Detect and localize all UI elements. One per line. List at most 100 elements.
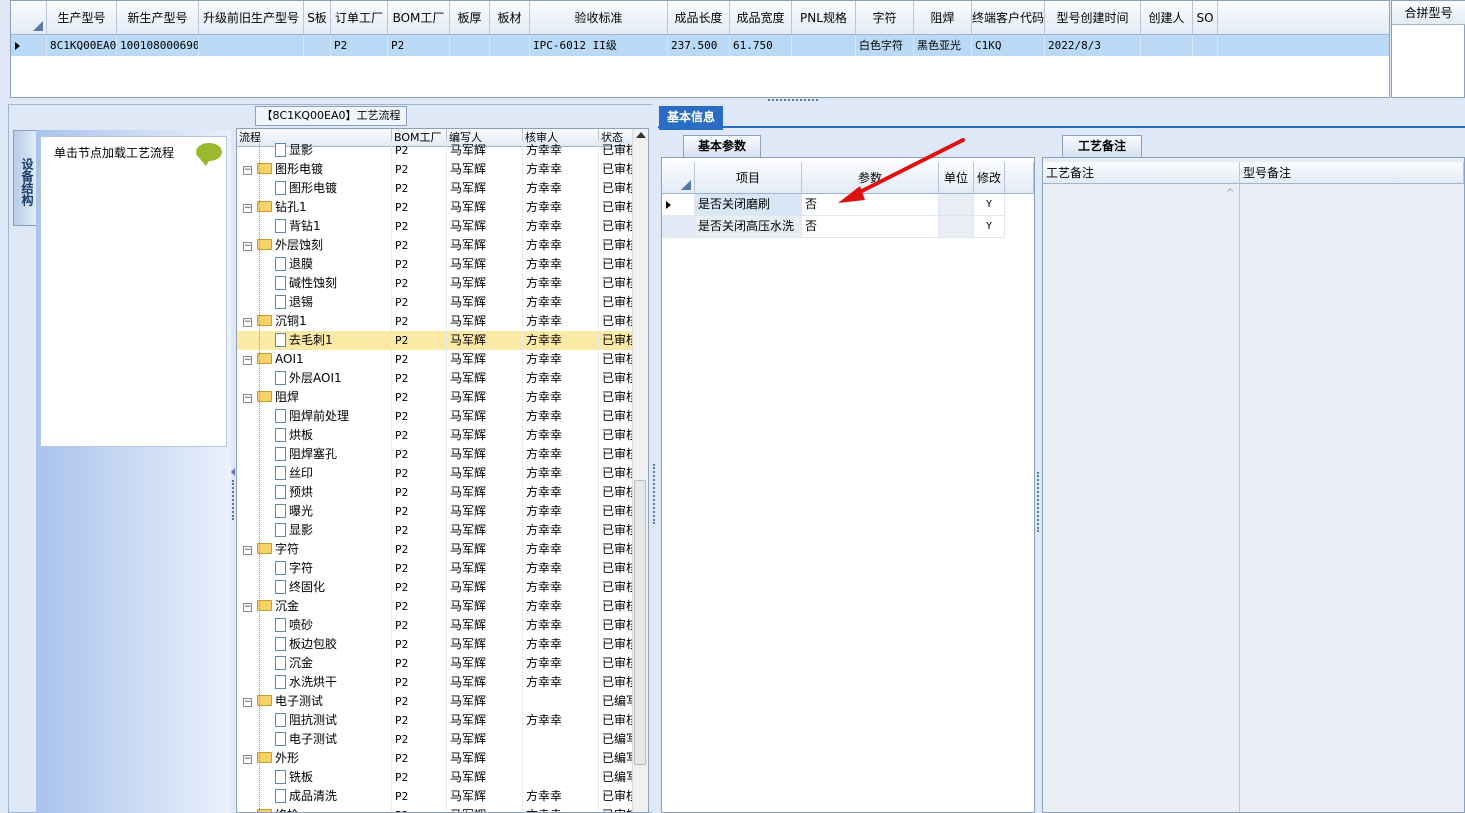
column-header[interactable]: 验收标准 (530, 1, 668, 35)
reviewer-cell[interactable]: 方幸幸 (523, 711, 599, 730)
writer-cell[interactable]: 马军辉 (447, 217, 523, 236)
table-cell[interactable] (490, 35, 530, 56)
bom-factory-cell[interactable]: P2 (392, 578, 447, 597)
tree-name-cell[interactable]: 阻焊前处理 (237, 407, 392, 426)
bom-factory-cell[interactable]: P2 (392, 312, 447, 331)
writer-cell[interactable]: 马军辉 (447, 635, 523, 654)
reviewer-cell[interactable]: 方幸幸 (523, 217, 599, 236)
table-cell[interactable] (450, 35, 490, 56)
param-row[interactable]: 是否关闭磨刷否 Y (662, 194, 1034, 216)
tree-row-step[interactable]: 预烘 P2 马军辉 方幸幸 已审核 (237, 483, 639, 502)
param-value-cell[interactable]: 否 (802, 194, 939, 216)
collapse-node-icon[interactable]: − (243, 318, 252, 327)
bom-factory-cell[interactable]: P2 (392, 217, 447, 236)
reviewer-cell[interactable] (523, 749, 599, 768)
writer-cell[interactable]: 马军辉 (447, 559, 523, 578)
tree-name-cell[interactable]: − 阻焊 (237, 388, 392, 407)
reviewer-cell[interactable]: 方幸幸 (523, 578, 599, 597)
writer-cell[interactable]: 马军辉 (447, 464, 523, 483)
tree-name-cell[interactable]: 成品清洗 (237, 787, 392, 806)
reviewer-cell[interactable]: 方幸幸 (523, 179, 599, 198)
tab-process-notes[interactable]: 工艺备注 (1062, 135, 1142, 157)
param-column-header[interactable]: 修改 (974, 162, 1005, 194)
tree-name-cell[interactable]: 字符 (237, 559, 392, 578)
bom-factory-cell[interactable]: P2 (392, 711, 447, 730)
reviewer-cell[interactable]: 方幸幸 (523, 274, 599, 293)
column-header[interactable]: SO (1193, 1, 1218, 35)
tree-name-cell[interactable]: 退锡 (237, 293, 392, 312)
writer-cell[interactable]: 马军辉 (447, 692, 523, 711)
writer-cell[interactable]: 马军辉 (447, 597, 523, 616)
column-header[interactable]: 升级前旧生产型号 (199, 1, 304, 35)
reviewer-cell[interactable]: 方幸幸 (523, 521, 599, 540)
writer-cell[interactable]: 马军辉 (447, 141, 523, 160)
writer-cell[interactable]: 马军辉 (447, 768, 523, 787)
tree-name-cell[interactable]: 板边包胶 (237, 635, 392, 654)
reviewer-cell[interactable]: 方幸幸 (523, 331, 599, 350)
writer-cell[interactable]: 马军辉 (447, 711, 523, 730)
writer-cell[interactable]: 马军辉 (447, 388, 523, 407)
reviewer-cell[interactable]: 方幸幸 (523, 635, 599, 654)
tree-row-step[interactable]: 阻焊塞孔 P2 马军辉 方幸幸 已审核 (237, 445, 639, 464)
reviewer-cell[interactable]: 方幸幸 (523, 483, 599, 502)
bom-factory-cell[interactable]: P2 (392, 673, 447, 692)
reviewer-cell[interactable]: 方幸幸 (523, 464, 599, 483)
tree-row-group[interactable]: − 钻孔1 P2 马军辉 方幸幸 已审核 (237, 198, 639, 217)
process-note-column[interactable] (1043, 184, 1240, 812)
param-modified-cell[interactable]: Y (974, 216, 1005, 238)
writer-cell[interactable]: 马军辉 (447, 730, 523, 749)
collapse-node-icon[interactable]: − (243, 166, 252, 175)
reviewer-cell[interactable] (523, 730, 599, 749)
table-cell[interactable] (792, 35, 856, 56)
bom-factory-cell[interactable]: P2 (392, 236, 447, 255)
table-cell[interactable]: IPC-6012 II级 (530, 35, 668, 56)
table-cell[interactable]: C1KQ (972, 35, 1045, 56)
table-cell[interactable] (1193, 35, 1218, 56)
reviewer-cell[interactable]: 方幸幸 (523, 160, 599, 179)
column-header[interactable]: PNL规格 (792, 1, 856, 35)
reviewer-cell[interactable]: 方幸幸 (523, 559, 599, 578)
tree-row-step[interactable]: 电子测试 P2 马军辉 已编写 (237, 730, 639, 749)
tree-row-step[interactable]: 铣板 P2 马军辉 已编写 (237, 768, 639, 787)
tree-row-step[interactable]: 水洗烘干 P2 马军辉 方幸幸 已审核 (237, 673, 639, 692)
table-cell[interactable]: 2022/8/3 (1045, 35, 1141, 56)
bom-factory-cell[interactable]: P2 (392, 692, 447, 711)
tree-row-step[interactable]: 终固化 P2 马军辉 方幸幸 已审核 (237, 578, 639, 597)
param-unit-cell[interactable] (939, 216, 974, 238)
tree-name-cell[interactable]: 图形电镀 (237, 179, 392, 198)
bom-factory-cell[interactable]: P2 (392, 464, 447, 483)
collapse-node-icon[interactable]: − (243, 698, 252, 707)
writer-cell[interactable]: 马军辉 (447, 198, 523, 217)
param-value-cell[interactable]: 否 (802, 216, 939, 238)
reviewer-cell[interactable] (523, 692, 599, 711)
tree-name-cell[interactable]: − 图形电镀 (237, 160, 392, 179)
bom-factory-cell[interactable]: P2 (392, 597, 447, 616)
reviewer-cell[interactable]: 方幸幸 (523, 673, 599, 692)
tree-name-cell[interactable]: 沉金 (237, 654, 392, 673)
column-header[interactable]: 终端客户代码 (972, 1, 1045, 35)
tree-row-group[interactable]: − 外形 P2 马军辉 已编写 (237, 749, 639, 768)
writer-cell[interactable]: 马军辉 (447, 426, 523, 445)
param-grid-corner[interactable] (662, 162, 695, 194)
reviewer-cell[interactable]: 方幸幸 (523, 654, 599, 673)
writer-cell[interactable]: 马军辉 (447, 350, 523, 369)
tree-row-group[interactable]: − 外层蚀刻 P2 马军辉 方幸幸 已审核 (237, 236, 639, 255)
collapse-node-icon[interactable]: − (243, 546, 252, 555)
tree-name-cell[interactable]: 终固化 (237, 578, 392, 597)
bom-factory-cell[interactable]: P2 (392, 141, 447, 160)
tree-name-cell[interactable]: 阻焊塞孔 (237, 445, 392, 464)
tree-row-step[interactable]: 退锡 P2 马军辉 方幸幸 已审核 (237, 293, 639, 312)
tree-name-cell[interactable]: − 字符 (237, 540, 392, 559)
bom-factory-cell[interactable]: P2 (392, 749, 447, 768)
tree-name-cell[interactable]: 显影 (237, 141, 392, 160)
table-cell[interactable]: 237.500 (668, 35, 730, 56)
bom-factory-cell[interactable]: P2 (392, 654, 447, 673)
column-header[interactable]: BOM工厂 (388, 1, 450, 35)
tree-name-cell[interactable]: 烘板 (237, 426, 392, 445)
bom-factory-cell[interactable]: P2 (392, 426, 447, 445)
tree-row-step[interactable]: 图形电镀 P2 马军辉 方幸幸 已审核 (237, 179, 639, 198)
column-header[interactable]: S板 (304, 1, 331, 35)
writer-cell[interactable]: 马军辉 (447, 293, 523, 312)
bom-factory-cell[interactable]: P2 (392, 350, 447, 369)
tree-name-cell[interactable]: − 外层蚀刻 (237, 236, 392, 255)
